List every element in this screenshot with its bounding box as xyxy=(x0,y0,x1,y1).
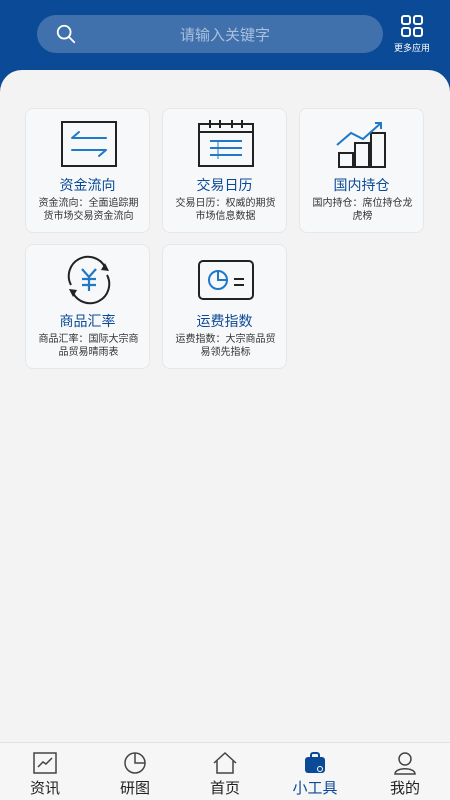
home-icon xyxy=(213,751,237,774)
tool-card-trading-calendar[interactable]: 交易日历 交易日历：权威的期货市场信息数据 xyxy=(162,108,287,233)
tab-label: 小工具 xyxy=(292,779,338,797)
tool-title: 运费指数 xyxy=(196,314,253,330)
profile-icon xyxy=(394,752,416,775)
tool-description: 运费指数：大宗商品贸易领先指标 xyxy=(175,334,276,358)
tools-panel: 资金流向 资金流向：全面追踪期货市场交易资金流向 交易日历 交易日历：权威的期货… xyxy=(0,70,450,742)
tool-title: 交易日历 xyxy=(196,178,253,194)
more-apps-label: 更多应用 xyxy=(393,44,430,54)
tool-description: 国内持仓：席位持仓龙虎榜 xyxy=(312,198,413,222)
more-apps-button[interactable]: 更多应用 xyxy=(388,14,436,56)
tool-card-domestic-positions[interactable]: 国内持仓 国内持仓：席位持仓龙虎榜 xyxy=(299,108,424,233)
exchange-rate-icon xyxy=(67,255,111,305)
search-input[interactable]: 请输入关键字 xyxy=(37,24,383,45)
pie-chart-icon xyxy=(124,752,146,774)
bottom-tab-bar: 资讯 研图 首页 小工具 我的 xyxy=(0,742,450,800)
freight-index-icon xyxy=(198,260,254,300)
tool-card-fund-flow[interactable]: 资金流向 资金流向：全面追踪期货市场交易资金流向 xyxy=(25,108,150,233)
tab-profile[interactable]: 我的 xyxy=(360,743,450,800)
tab-home[interactable]: 首页 xyxy=(180,743,270,800)
tab-label: 研图 xyxy=(119,779,150,797)
tool-title: 商品汇率 xyxy=(59,314,116,330)
tab-label: 资讯 xyxy=(29,779,60,797)
calendar-icon xyxy=(198,120,254,167)
tool-card-freight-index[interactable]: 运费指数 运费指数：大宗商品贸易领先指标 xyxy=(162,244,287,369)
tool-title: 国内持仓 xyxy=(333,178,390,194)
tab-research-charts[interactable]: 研图 xyxy=(90,743,180,800)
tool-description: 商品汇率：国际大宗商品贸易晴雨表 xyxy=(38,334,139,358)
tab-news[interactable]: 资讯 xyxy=(0,743,90,800)
tool-description: 交易日历：权威的期货市场信息数据 xyxy=(175,198,276,222)
growth-bars-icon xyxy=(336,122,386,168)
search-bar[interactable]: 请输入关键字 xyxy=(37,15,383,53)
toolbox-icon xyxy=(305,752,325,773)
tool-card-commodity-exchange-rate[interactable]: 商品汇率 商品汇率：国际大宗商品贸易晴雨表 xyxy=(25,244,150,369)
tool-description: 资金流向：全面追踪期货市场交易资金流向 xyxy=(38,198,139,222)
tab-label: 我的 xyxy=(389,779,420,797)
tab-label: 首页 xyxy=(209,779,240,797)
tab-tools[interactable]: 小工具 xyxy=(270,743,360,800)
trend-icon xyxy=(33,752,57,774)
transfer-arrows-icon xyxy=(61,121,117,167)
search-icon xyxy=(56,24,76,44)
tool-title: 资金流向 xyxy=(59,178,116,194)
grid-icon xyxy=(401,15,423,37)
